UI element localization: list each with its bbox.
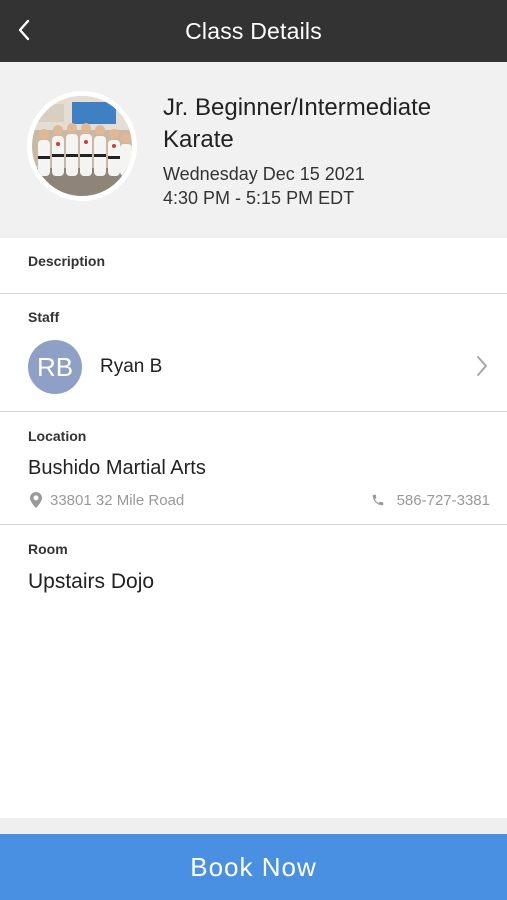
avatar: RB [28,340,82,394]
phone-icon [372,494,383,506]
chevron-left-icon [18,19,30,41]
room-name: Upstairs Dojo [28,570,155,593]
class-header: Jr. Beginner/Intermediate Karate Wednesd… [0,62,507,238]
phone-text: 586-727-3381 [396,491,490,509]
address-link[interactable]: 33801 32 Mile Road [30,490,184,510]
page-title: Class Details [185,17,322,44]
room-label: Room [28,541,68,557]
address-text: 33801 32 Mile Road [50,491,185,509]
description-label: Description [28,253,106,269]
staff-name: Ryan B [100,356,163,377]
class-photo [27,91,137,201]
class-time: 4:30 PM - 5:15 PM EDT [163,188,355,208]
nav-bar: Class Details [0,0,507,62]
phone-link[interactable]: 586-727-3381 [371,490,490,510]
back-button[interactable] [10,12,38,48]
staff-row[interactable]: RB Ryan B [0,330,507,406]
divider [0,524,507,525]
book-now-button[interactable]: Book Now [0,834,507,900]
staff-label: Staff [28,309,60,325]
chevron-right-icon [477,356,487,376]
location-name: Bushido Martial Arts [28,457,206,479]
footer-shade [0,818,507,834]
divider [0,411,507,412]
divider [0,293,507,294]
class-date: Wednesday Dec 15 2021 [163,164,365,184]
class-name: Jr. Beginner/Intermediate Karate [163,94,432,153]
location-label: Location [28,428,87,444]
map-pin-icon [30,492,42,508]
